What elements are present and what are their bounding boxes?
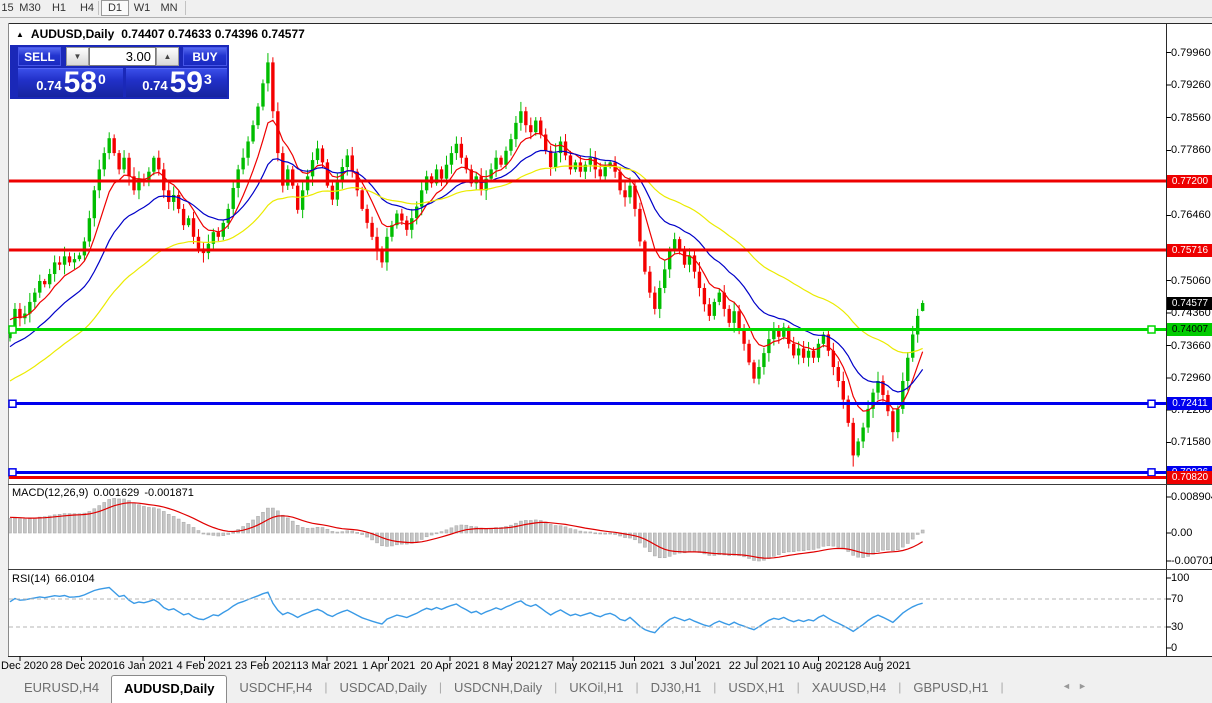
chart-tab-usdx-h1[interactable]: USDX,H1 <box>716 674 796 703</box>
chart-tab-usdchf-h4[interactable]: USDCHF,H4 <box>227 674 324 703</box>
price-axis-tick: 0.71580 <box>1171 436 1212 448</box>
macd-axis-tick: 0.00 <box>1171 527 1212 539</box>
chart-tab-usdcad-daily[interactable]: USDCAD,Daily <box>328 674 439 703</box>
timeframe-button-h4[interactable]: H4 <box>74 0 100 16</box>
buy-button[interactable]: BUY <box>183 47 227 66</box>
sell-price-prefix: 0.74 <box>36 78 61 93</box>
chart-tab-usdcnh-daily[interactable]: USDCNH,Daily <box>442 674 554 703</box>
date-axis-label: 28 Aug 2021 <box>838 660 922 672</box>
chart-title: ▲ AUDUSD,Daily 0.74407 0.74633 0.74396 0… <box>16 27 305 41</box>
rsi-axis-tick: 0 <box>1171 642 1212 654</box>
collapse-panel-icon[interactable]: ▲ <box>16 30 24 39</box>
one-click-trade-panel: SELL ▼ ▲ BUY 0.74 58 0 0.74 59 3 <box>10 45 229 99</box>
chart-tab-eurusd-h4[interactable]: EURUSD,H4 <box>12 674 111 703</box>
macd-pane-separator <box>8 484 1212 485</box>
rsi-name: RSI(14) <box>12 573 50 585</box>
chart-ohlc-values: 0.74407 0.74633 0.74396 0.74577 <box>121 27 305 41</box>
price-axis-tick: 0.75060 <box>1171 275 1212 287</box>
price-badge-0.70820: 0.70820 <box>1167 471 1212 484</box>
macd-axis-tick: -0.007013 <box>1171 555 1212 567</box>
chart-plot-background <box>9 24 1166 656</box>
price-axis-tick: 0.79960 <box>1171 47 1212 59</box>
price-axis-tick: 0.78560 <box>1171 112 1212 124</box>
rsi-pane-separator <box>8 569 1212 570</box>
rsi-axis-tick: 30 <box>1171 621 1212 633</box>
price-axis-tick: 0.76460 <box>1171 209 1212 221</box>
price-badge-0.75716: 0.75716 <box>1167 244 1212 257</box>
chart-tab-gbpusd-h1[interactable]: GBPUSD,H1 <box>901 674 1000 703</box>
price-badge-0.74007: 0.74007 <box>1167 323 1212 336</box>
price-badge-0.77200: 0.77200 <box>1167 175 1212 188</box>
price-axis-tick: 0.79260 <box>1171 79 1212 91</box>
timeframe-button-15[interactable]: 15 <box>0 0 15 16</box>
sell-button[interactable]: SELL <box>18 47 61 66</box>
macd-signal-value: -0.001871 <box>144 487 194 499</box>
buy-price-display[interactable]: 0.74 59 3 <box>126 68 227 97</box>
volume-input[interactable] <box>89 47 156 66</box>
chevron-up-icon: ▲ <box>164 52 172 61</box>
macd-name: MACD(12,26,9) <box>12 487 88 499</box>
macd-label: MACD(12,26,9) 0.001629 -0.001871 <box>12 487 194 499</box>
timeframe-button-mn[interactable]: MN <box>155 0 183 16</box>
mt4-window: 15M30H1H4D1W1MN ▲ AUDUSD,Daily 0.74407 0… <box>0 0 1212 703</box>
chart-tab-xauusd-h4[interactable]: XAUUSD,H4 <box>800 674 898 703</box>
volume-increase-button[interactable]: ▲ <box>156 47 179 66</box>
price-badge-0.74577: 0.74577 <box>1167 297 1212 310</box>
chart-tab-ukoil-h1[interactable]: UKOil,H1 <box>557 674 635 703</box>
sell-price-display[interactable]: 0.74 58 0 <box>18 68 123 97</box>
axis-separator <box>1166 23 1167 656</box>
toolbar-divider <box>0 17 1212 18</box>
toolbar-separator <box>185 1 186 15</box>
rsi-axis-tick: 70 <box>1171 593 1212 605</box>
timeframe-button-m30[interactable]: M30 <box>16 0 44 16</box>
chart-tab-dj30-h1[interactable]: DJ30,H1 <box>639 674 714 703</box>
symbol-tabbar: EURUSD,H4AUDUSD,DailyUSDCHF,H4 | USDCAD,Da… <box>0 674 1212 703</box>
tab-scroll-right-icon[interactable]: ► <box>1078 681 1087 691</box>
macd-main-value: 0.001629 <box>93 487 139 499</box>
timeframe-button-d1[interactable]: D1 <box>101 0 129 16</box>
price-axis-tick: 0.72960 <box>1171 372 1212 384</box>
buy-price-prefix: 0.74 <box>142 78 167 93</box>
price-axis-tick: 0.77860 <box>1171 144 1212 156</box>
chart-symbol-label: AUDUSD,Daily <box>31 27 114 41</box>
buy-price-pip: 3 <box>204 71 212 87</box>
chart-top-border <box>8 23 1212 24</box>
chart-left-border <box>8 23 9 656</box>
rsi-label: RSI(14) 66.0104 <box>12 573 95 585</box>
chart-bottom-border <box>8 656 1212 657</box>
price-axis-tick: 0.73660 <box>1171 340 1212 352</box>
timeframe-button-w1[interactable]: W1 <box>129 0 155 16</box>
tab-scroll-left-icon[interactable]: ◄ <box>1062 681 1071 691</box>
buy-price-main: 59 <box>170 70 203 96</box>
macd-axis-tick: 0.008904 <box>1171 491 1212 503</box>
tab-separator: | <box>1000 674 1003 703</box>
sell-price-pip: 0 <box>98 71 106 87</box>
toolbar-separator <box>98 1 99 15</box>
timeframe-button-h1[interactable]: H1 <box>46 0 72 16</box>
chart-tab-audusd-daily[interactable]: AUDUSD,Daily <box>111 675 227 703</box>
rsi-axis-tick: 100 <box>1171 572 1212 584</box>
chevron-down-icon: ▼ <box>74 52 82 61</box>
volume-decrease-button[interactable]: ▼ <box>66 47 89 66</box>
sell-price-main: 58 <box>64 70 97 96</box>
rsi-value: 66.0104 <box>55 573 95 585</box>
price-badge-0.72411: 0.72411 <box>1167 397 1212 410</box>
timeframe-toolbar: 15M30H1H4D1W1MN <box>0 0 1212 17</box>
